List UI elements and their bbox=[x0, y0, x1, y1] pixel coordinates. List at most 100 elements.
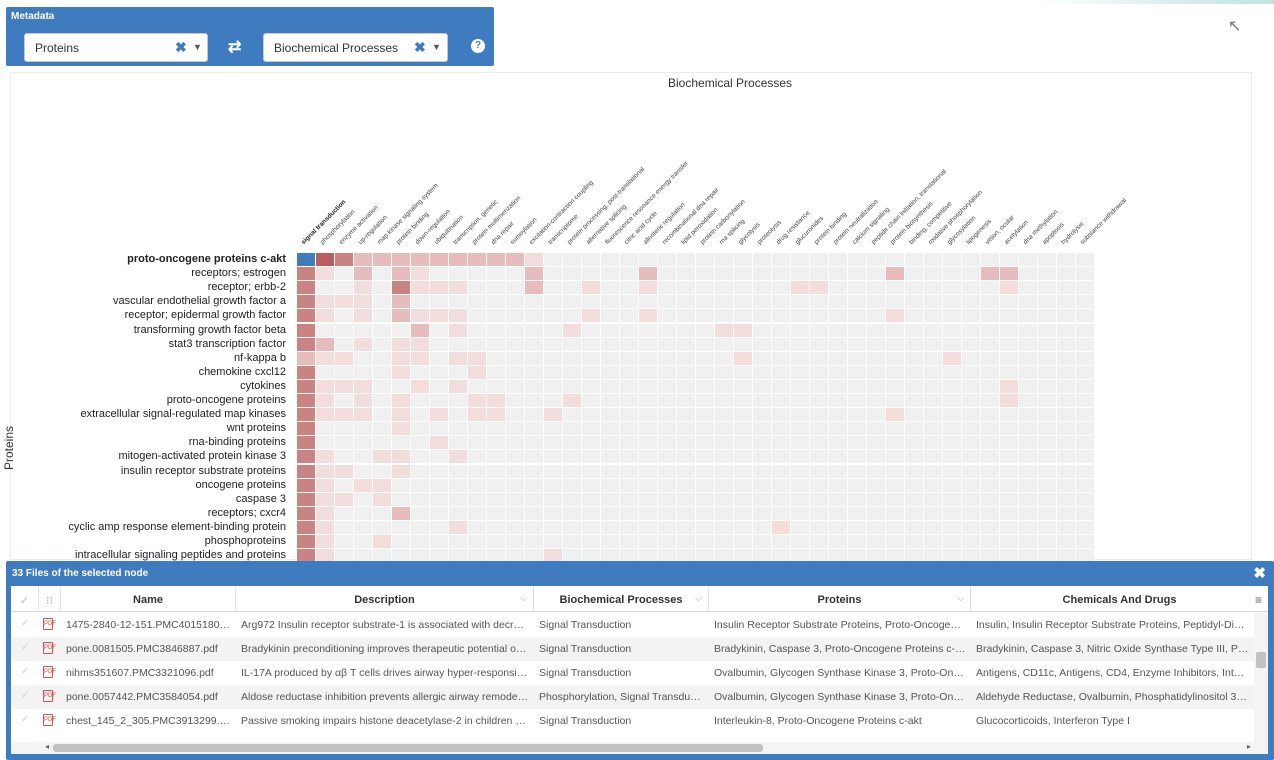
heatmap-cell[interactable] bbox=[1000, 295, 1018, 309]
heatmap-cell[interactable] bbox=[1019, 351, 1037, 365]
heatmap-cell[interactable] bbox=[601, 351, 619, 365]
heatmap-cell[interactable] bbox=[943, 408, 961, 422]
heatmap-cell[interactable] bbox=[354, 464, 372, 478]
heatmap-cell[interactable] bbox=[962, 535, 980, 548]
heatmap-cell[interactable] bbox=[1057, 422, 1075, 436]
heatmap-row-label[interactable]: intracellular signaling peptides and pro… bbox=[0, 549, 286, 561]
heatmap-cell[interactable] bbox=[867, 450, 885, 464]
heatmap-cell[interactable] bbox=[791, 281, 809, 295]
heatmap-cell[interactable] bbox=[1000, 436, 1018, 450]
heatmap-cell[interactable] bbox=[639, 379, 657, 393]
heatmap-cell[interactable] bbox=[658, 379, 676, 393]
heatmap-cell[interactable] bbox=[354, 478, 372, 492]
heatmap-cell[interactable] bbox=[924, 492, 942, 506]
heatmap-cell[interactable] bbox=[620, 351, 638, 365]
heatmap-cell[interactable] bbox=[525, 492, 543, 506]
heatmap-cell[interactable] bbox=[1057, 267, 1075, 281]
heatmap-cell[interactable] bbox=[848, 365, 866, 379]
heatmap-cell[interactable] bbox=[373, 365, 391, 379]
heatmap-cell[interactable] bbox=[620, 506, 638, 520]
heatmap-cell[interactable] bbox=[658, 422, 676, 436]
heatmap-cell[interactable] bbox=[1057, 408, 1075, 422]
heatmap-cell[interactable] bbox=[430, 394, 448, 407]
heatmap-cell[interactable] bbox=[411, 295, 429, 309]
heatmap-cell[interactable] bbox=[392, 464, 410, 478]
heatmap-cell[interactable] bbox=[696, 253, 714, 266]
heatmap-cell[interactable] bbox=[791, 408, 809, 422]
heatmap-cell[interactable] bbox=[411, 408, 429, 422]
heatmap-cell[interactable] bbox=[411, 253, 429, 266]
heatmap-cell[interactable] bbox=[582, 281, 600, 295]
row-checkbox[interactable]: ✓ bbox=[21, 666, 29, 677]
heatmap-cell[interactable] bbox=[620, 309, 638, 323]
heatmap-cell[interactable] bbox=[525, 295, 543, 309]
heatmap-cell[interactable] bbox=[354, 379, 372, 393]
heatmap-cell[interactable] bbox=[981, 408, 999, 422]
heatmap-cell[interactable] bbox=[506, 309, 524, 323]
heatmap-cell[interactable] bbox=[639, 281, 657, 295]
heatmap-cell[interactable] bbox=[544, 281, 562, 295]
heatmap-cell[interactable] bbox=[582, 422, 600, 436]
heatmap-cell[interactable] bbox=[924, 408, 942, 422]
heatmap-cell[interactable] bbox=[658, 436, 676, 450]
heatmap-cell[interactable] bbox=[715, 422, 733, 436]
heatmap-cell[interactable] bbox=[373, 253, 391, 266]
heatmap-cell[interactable] bbox=[753, 365, 771, 379]
heatmap-cell[interactable] bbox=[943, 506, 961, 520]
heatmap-cell[interactable] bbox=[468, 337, 486, 351]
heatmap-cell[interactable] bbox=[411, 379, 429, 393]
heatmap-cell[interactable] bbox=[525, 267, 543, 281]
heatmap-cell[interactable] bbox=[810, 253, 828, 266]
heatmap-cell[interactable] bbox=[924, 309, 942, 323]
heatmap-cell[interactable] bbox=[335, 422, 353, 436]
heatmap-cell[interactable] bbox=[715, 309, 733, 323]
heatmap-cell[interactable] bbox=[487, 281, 505, 295]
heatmap-cell[interactable] bbox=[335, 535, 353, 548]
heatmap-cell[interactable] bbox=[582, 436, 600, 450]
heatmap-cell[interactable] bbox=[487, 394, 505, 407]
heatmap-cell[interactable] bbox=[525, 535, 543, 548]
heatmap-cell[interactable] bbox=[582, 520, 600, 534]
heatmap-cell[interactable] bbox=[734, 478, 752, 492]
heatmap-cell[interactable] bbox=[1019, 295, 1037, 309]
heatmap-cell[interactable] bbox=[487, 365, 505, 379]
heatmap-cell[interactable] bbox=[1038, 365, 1056, 379]
heatmap-cell[interactable] bbox=[734, 422, 752, 436]
heatmap-cell[interactable] bbox=[1000, 267, 1018, 281]
heatmap-cell[interactable] bbox=[1057, 394, 1075, 407]
heatmap-cell[interactable] bbox=[943, 281, 961, 295]
heatmap-cell[interactable] bbox=[430, 379, 448, 393]
heatmap-cell[interactable] bbox=[867, 464, 885, 478]
heatmap-cell[interactable] bbox=[772, 295, 790, 309]
heatmap-cell[interactable] bbox=[373, 535, 391, 548]
heatmap-cell[interactable] bbox=[1038, 408, 1056, 422]
heatmap-cell[interactable] bbox=[449, 365, 467, 379]
heatmap-cell[interactable] bbox=[829, 281, 847, 295]
heatmap-cell[interactable] bbox=[1038, 464, 1056, 478]
heatmap-cell[interactable] bbox=[715, 520, 733, 534]
heatmap-cell[interactable] bbox=[715, 535, 733, 548]
heatmap-cell[interactable] bbox=[791, 464, 809, 478]
heatmap-cell[interactable] bbox=[981, 267, 999, 281]
heatmap-cell[interactable] bbox=[943, 379, 961, 393]
heatmap-cell[interactable] bbox=[620, 394, 638, 407]
heatmap-cell[interactable] bbox=[905, 450, 923, 464]
heatmap-cell[interactable] bbox=[525, 436, 543, 450]
heatmap-cell[interactable] bbox=[468, 309, 486, 323]
heatmap-cell[interactable] bbox=[487, 492, 505, 506]
heatmap-cell[interactable] bbox=[981, 394, 999, 407]
heatmap-cell[interactable] bbox=[848, 281, 866, 295]
heatmap-cell[interactable] bbox=[905, 253, 923, 266]
heatmap-cell[interactable] bbox=[715, 295, 733, 309]
heatmap-cell[interactable] bbox=[316, 478, 334, 492]
heatmap-cell[interactable] bbox=[715, 365, 733, 379]
heatmap-cell[interactable] bbox=[544, 450, 562, 464]
heatmap-cell[interactable] bbox=[715, 408, 733, 422]
heatmap-cell[interactable] bbox=[867, 365, 885, 379]
heatmap-cell[interactable] bbox=[943, 450, 961, 464]
heatmap-cell[interactable] bbox=[1038, 506, 1056, 520]
heatmap-cell[interactable] bbox=[639, 408, 657, 422]
heatmap-cell[interactable] bbox=[924, 464, 942, 478]
heatmap-cell[interactable] bbox=[316, 422, 334, 436]
heatmap-cell[interactable] bbox=[449, 309, 467, 323]
